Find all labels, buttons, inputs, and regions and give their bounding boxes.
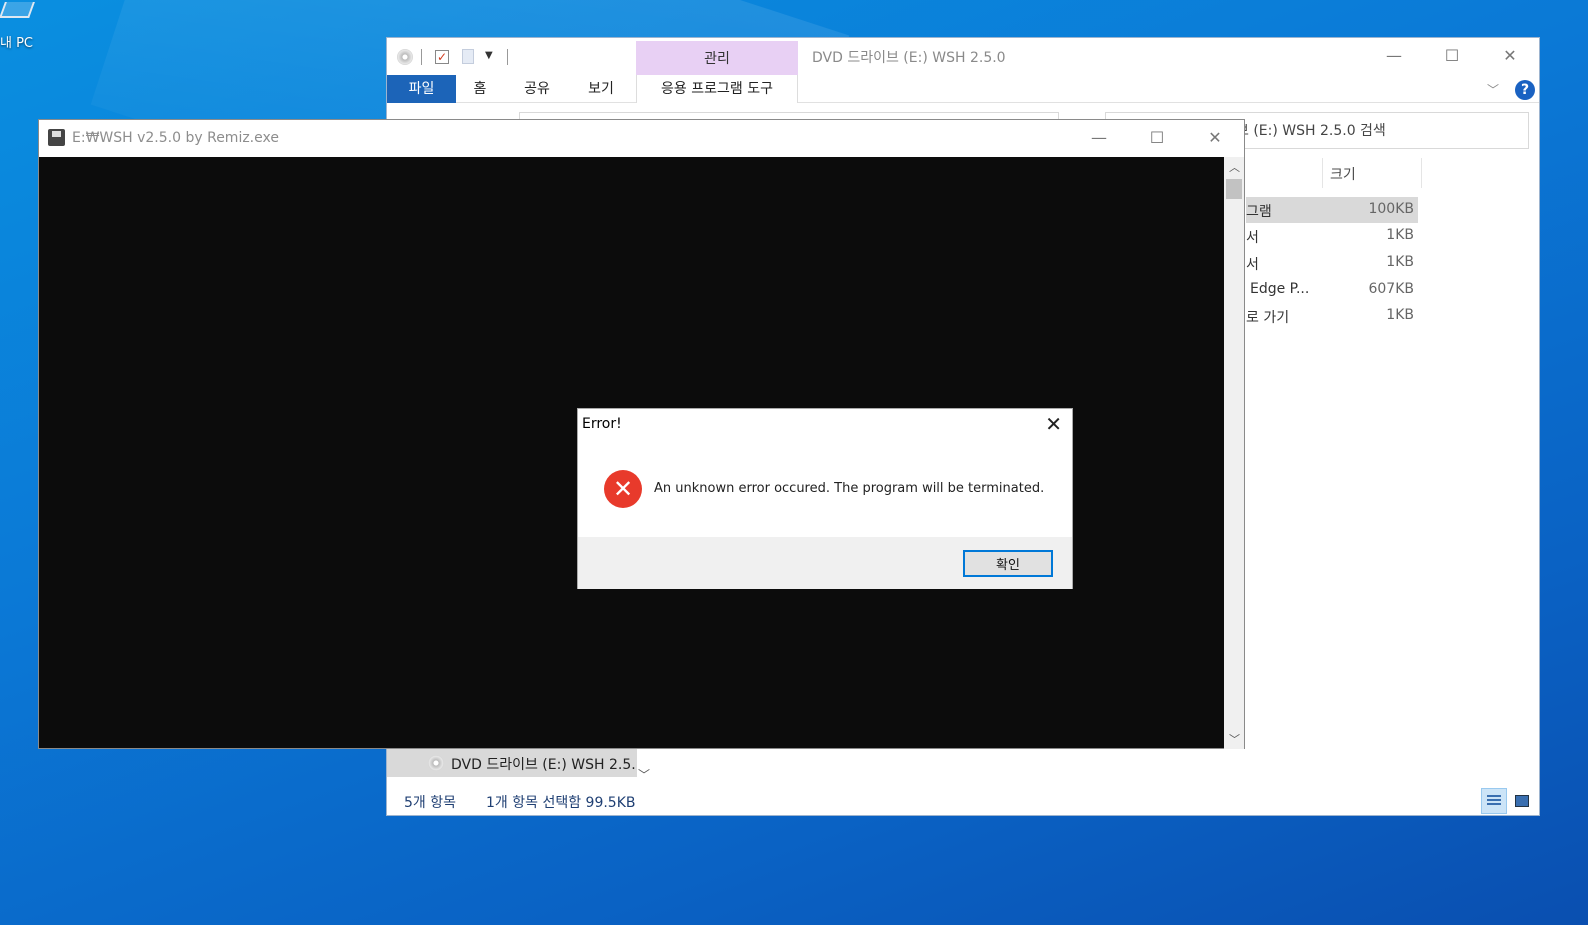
window-title: DVD 드라이브 (E:) WSH 2.5.0 [812, 50, 1006, 66]
dvd-drive-icon [428, 755, 444, 771]
file-row[interactable]: 서 1KB [1246, 223, 1418, 249]
toolbar-separator [507, 49, 508, 65]
dvd-drive-icon [397, 49, 413, 65]
file-size: 1KB [1386, 307, 1414, 323]
context-tab-manage[interactable]: 관리 [636, 41, 798, 75]
floppy-disk-icon [48, 129, 65, 146]
desktop-icon-label: 내 PC [0, 36, 34, 51]
error-icon: ✕ [604, 470, 642, 508]
tab-file[interactable]: 파일 [387, 75, 456, 103]
error-dialog: Error! ✕ ✕ An unknown error occured. The… [577, 408, 1073, 589]
file-name: 그램 [1246, 204, 1272, 220]
column-header-label: 크기 [1330, 167, 1356, 183]
expand-ribbon-chevron-icon[interactable]: ﹀ [1487, 81, 1499, 98]
large-icons-view-icon [1515, 795, 1529, 807]
tab-home[interactable]: 홈 [465, 75, 495, 103]
file-size: 607KB [1368, 281, 1414, 297]
explorer-titlebar: ✓ ▼ 관리 DVD 드라이브 (E:) WSH 2.5.0 — ☐ ✕ [387, 38, 1539, 75]
scroll-up-chevron-icon[interactable]: ︿ [1229, 159, 1240, 175]
column-header-size[interactable]: 크기 [1246, 158, 1422, 188]
status-selection: 1개 항목 선택함 99.5KB [486, 795, 636, 811]
file-size: 100KB [1368, 201, 1414, 217]
tab-app-tools[interactable]: 응용 프로그램 도구 [636, 75, 798, 103]
column-separator [1421, 158, 1422, 188]
help-icon[interactable]: ? [1515, 80, 1535, 100]
properties-icon[interactable]: ✓ [435, 50, 449, 64]
maximize-button[interactable]: ☐ [1423, 38, 1481, 74]
toolbar-separator [421, 49, 422, 65]
desktop-icon-this-pc[interactable]: 내 PC [0, 0, 44, 54]
console-titlebar: E:₩WSH v2.5.0 by Remiz.exe — ☐ ✕ [39, 120, 1244, 157]
close-button[interactable]: ✕ [1481, 38, 1539, 74]
new-folder-icon[interactable] [462, 49, 474, 64]
file-size: 1KB [1386, 227, 1414, 243]
window-title: E:₩WSH v2.5.0 by Remiz.exe [72, 130, 279, 146]
vertical-scrollbar[interactable]: ︿ ﹀ [1224, 157, 1244, 749]
file-row[interactable]: 서 1KB [1246, 250, 1418, 276]
customize-toolbar-dropdown-icon[interactable]: ▼ [485, 50, 493, 61]
large-icons-view-button[interactable] [1509, 788, 1535, 814]
file-name: 서 [1246, 257, 1259, 273]
tab-share[interactable]: 공유 [517, 75, 557, 103]
file-row[interactable]: Edge P... 607KB [1246, 277, 1418, 303]
tab-view[interactable]: 보기 [581, 75, 621, 103]
file-row[interactable]: 로 가기 1KB [1246, 303, 1418, 329]
ok-button[interactable]: 확인 [963, 550, 1053, 577]
file-size: 1KB [1386, 254, 1414, 270]
dialog-footer: 확인 [578, 537, 1072, 589]
file-name: Edge P... [1250, 281, 1310, 297]
ribbon-tabs: 파일 홈 공유 보기 응용 프로그램 도구 [387, 75, 1539, 103]
dialog-message: An unknown error occured. The program wi… [654, 481, 1045, 496]
scroll-down-chevron-icon[interactable]: ﹀ [1229, 731, 1240, 747]
scroll-down-chevron-icon[interactable]: ﹀ [638, 766, 650, 783]
nav-item-label: DVD 드라이브 (E:) WSH 2.5. [451, 757, 636, 773]
column-separator [1322, 158, 1323, 188]
dialog-title: Error! [582, 416, 622, 432]
scrollbar-thumb[interactable] [1226, 179, 1242, 199]
close-button[interactable]: ✕ [1186, 120, 1244, 156]
file-name: 로 가기 [1246, 310, 1290, 326]
nav-pane-dvd-drive[interactable]: DVD 드라이브 (E:) WSH 2.5. [387, 749, 637, 777]
status-item-count: 5개 항목 [404, 795, 456, 811]
details-view-icon [1487, 795, 1501, 807]
computer-icon [0, 2, 35, 18]
close-icon[interactable]: ✕ [1045, 412, 1062, 436]
minimize-button[interactable]: — [1365, 38, 1423, 74]
minimize-button[interactable]: — [1070, 120, 1128, 156]
file-name: 서 [1246, 230, 1259, 246]
file-row[interactable]: 그램 100KB [1246, 197, 1418, 223]
maximize-button[interactable]: ☐ [1128, 120, 1186, 156]
details-view-button[interactable] [1481, 788, 1507, 814]
